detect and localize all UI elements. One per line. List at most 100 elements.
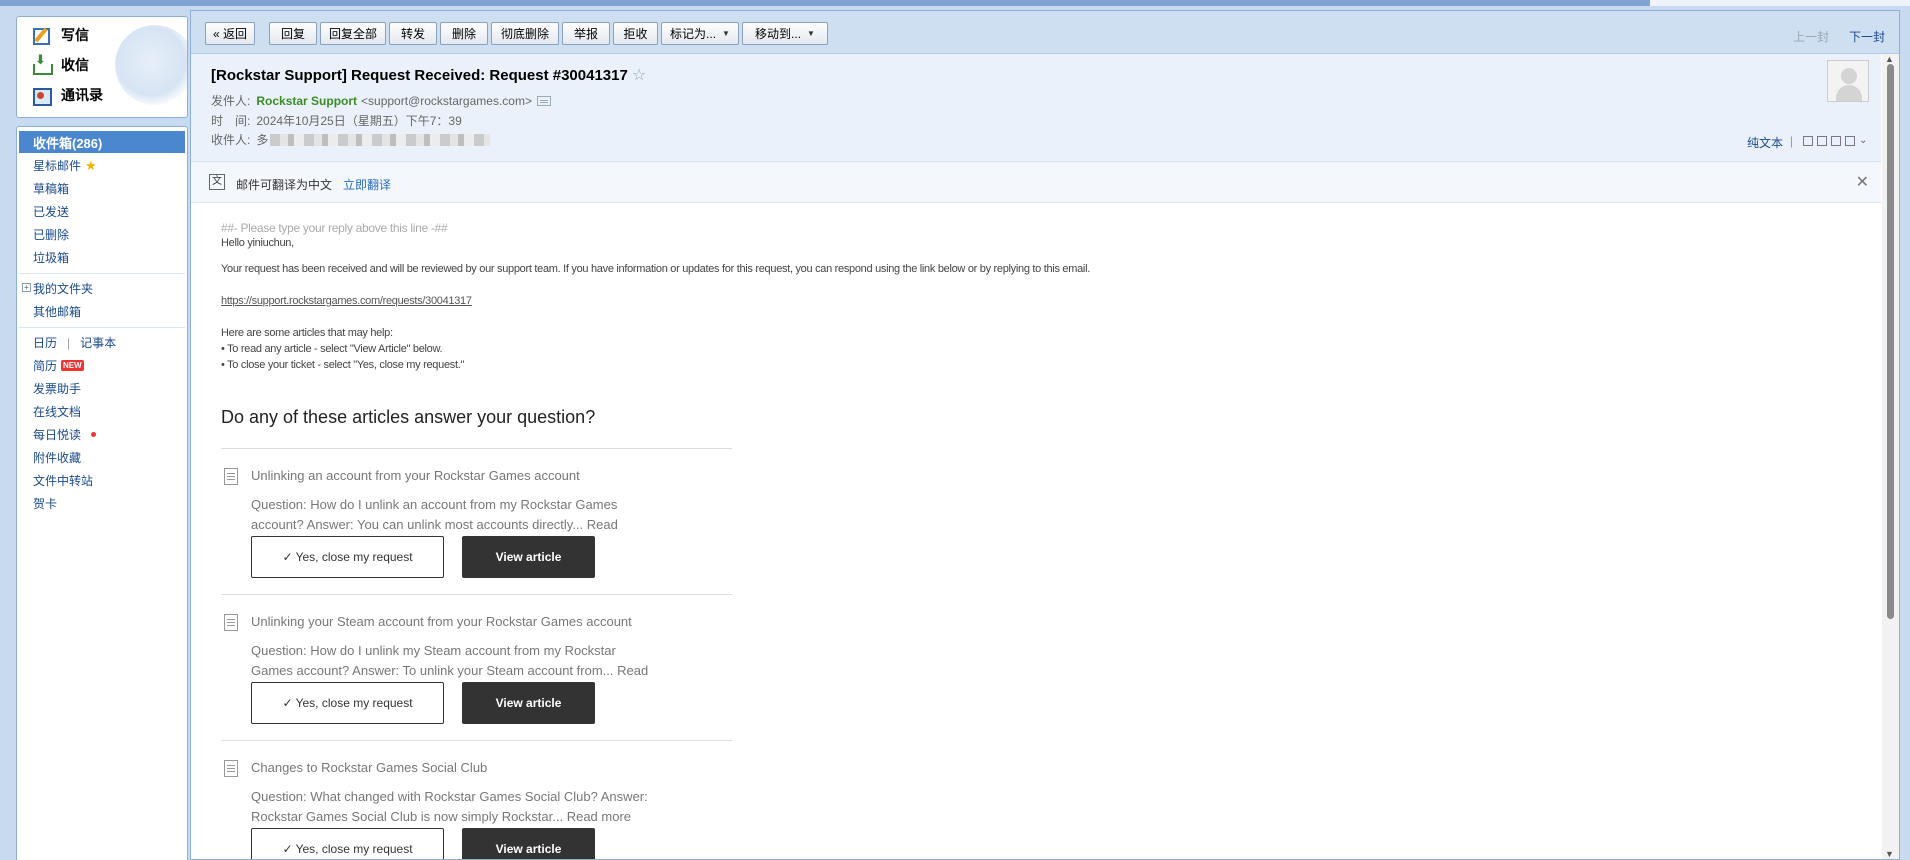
time-row: 时 间: 2024年10月25日（星期五）下午7：39 [211,112,462,129]
scrollbar-thumb[interactable] [1887,64,1894,619]
greeting: Hello yiniuchun, [221,237,294,249]
request-link-row: https://support.rockstargames.com/reques… [221,295,472,307]
article-title[interactable]: Unlinking an account from your Rockstar … [251,468,580,483]
sidebar-item-daily-read[interactable]: 每日悦读 [33,426,97,443]
prev-mail-link[interactable]: 上一封 [1793,28,1829,45]
sender-name[interactable]: Rockstar Support [256,94,357,108]
document-icon [224,614,238,631]
redacted-recipient [270,133,491,146]
sender-row: 发件人: Rockstar Support <support@rockstarg… [211,92,551,109]
quick-actions-panel: 写信 收信 通讯录 [16,16,188,118]
sidebar-item-cards[interactable]: 贺卡 [33,495,57,512]
divider [221,594,732,595]
sidebar-item-label: 星标邮件 [33,159,82,173]
star-icon[interactable]: ☆ [632,65,646,85]
sidebar-item-label: 简历 [33,359,58,373]
new-window-icon[interactable] [1803,136,1813,146]
back-button[interactable]: « 返回 [205,22,255,45]
sidebar-item-inbox[interactable]: 收件箱(286) [19,131,185,153]
sidebar-item-label: 我的文件夹 [33,282,94,296]
avatar [1827,60,1869,102]
view-article-button[interactable]: View article [462,536,595,578]
close-request-button[interactable]: ✓ Yes, close my request [251,536,444,578]
left-sidebar: 写信 收信 通讯录 收件箱(286) 星标邮件 ★ 草稿箱 已发送 已删除 垃圾… [10,10,188,860]
scroll-down-icon[interactable]: ▼ [1885,849,1894,859]
folder-panel: 收件箱(286) 星标邮件 ★ 草稿箱 已发送 已删除 垃圾箱 + 我的文件夹 … [16,126,188,860]
plain-text-link[interactable]: 纯文本 [1747,134,1783,151]
new-badge: NEW [61,360,84,371]
contacts-button[interactable]: 通讯录 [31,85,103,106]
view-article-button[interactable]: View article [462,682,595,724]
delete-forever-button[interactable]: 彻底删除 [491,22,559,45]
close-request-button[interactable]: ✓ Yes, close my request [251,682,444,724]
toolbar: « 返回 回复 回复全部 转发 删除 彻底删除 举报 拒收 标记为... ▼ 移… [191,11,1899,54]
bullet-view-article: • To read any article - select "View Art… [221,343,443,355]
pipe-separator: | [67,335,71,350]
delete-button[interactable]: 删除 [440,22,488,45]
move-to-dropdown[interactable]: 移动到... ▼ [742,22,828,45]
contacts-label: 通讯录 [61,87,103,103]
sidebar-item-other-mailbox[interactable]: 其他邮箱 [33,303,81,320]
to-label: 收件人: [211,133,251,147]
mail-header: [Rockstar Support] Request Received: Req… [191,54,1881,162]
scroll-up-icon[interactable]: ▲ [1885,54,1894,64]
save-icon[interactable] [1831,136,1841,146]
article-title[interactable]: Unlinking your Steam account from your R… [251,614,632,629]
view-article-button[interactable]: View article [462,828,595,859]
recipient-row: 收件人: 多 [211,131,491,148]
scrollbar[interactable]: ▲ ▼ [1882,54,1899,859]
forward-button[interactable]: 转发 [389,22,437,45]
article-title[interactable]: Changes to Rockstar Games Social Club [251,760,487,775]
sidebar-item-resume[interactable]: 简历 NEW [33,357,84,374]
sidebar-item-docs[interactable]: 在线文档 [33,403,81,420]
document-icon [224,468,238,485]
mascot-decoration [115,25,187,105]
close-icon[interactable]: ✕ [1856,172,1869,192]
sidebar-item-spam[interactable]: 垃圾箱 [33,249,69,266]
sidebar-item-my-folders[interactable]: + 我的文件夹 [22,280,94,297]
divider [19,327,185,328]
body-paragraph: Your request has been received and will … [221,263,1090,275]
request-link[interactable]: https://support.rockstargames.com/reques… [221,295,472,307]
print-icon[interactable] [1845,136,1855,146]
expand-icon[interactable]: + [22,283,31,292]
sidebar-item-deleted[interactable]: 已删除 [33,226,69,243]
mark-as-dropdown[interactable]: 标记为... ▼ [661,22,739,45]
mail-subject: [Rockstar Support] Request Received: Req… [211,65,646,85]
subject-text: [Rockstar Support] Request Received: Req… [211,66,628,84]
contacts-icon [31,86,52,106]
sidebar-item-sent[interactable]: 已发送 [33,203,69,220]
reply-button[interactable]: 回复 [269,22,317,45]
next-mail-link[interactable]: 下一封 [1849,28,1885,45]
help-intro: Here are some articles that may help: [221,327,393,339]
time-value: 2024年10月25日（星期五）下午7：39 [256,114,462,128]
sidebar-item-drafts[interactable]: 草稿箱 [33,180,69,197]
chevron-down-icon[interactable]: ⌄ [1859,136,1869,146]
sidebar-item-calendar-notebook: 日历 | 记事本 [33,334,116,351]
time-label: 时 间: [211,114,251,128]
close-request-button[interactable]: ✓ Yes, close my request [251,828,444,859]
sidebar-item-attachments[interactable]: 附件收藏 [33,449,81,466]
reply-all-button[interactable]: 回复全部 [320,22,386,45]
translate-bar: 文 邮件可翻译为中文 立即翻译 ✕ [191,162,1881,203]
recipient-value: 多 [256,133,269,147]
article-description: Question: What changed with Rockstar Gam… [251,789,648,824]
sidebar-item-starred[interactable]: 星标邮件 ★ [33,157,97,174]
translate-now-link[interactable]: 立即翻译 [343,176,391,193]
sidebar-item-invoice[interactable]: 发票助手 [33,380,81,397]
compose-label: 写信 [61,27,89,43]
mail-reader: « 返回 回复 回复全部 转发 删除 彻底删除 举报 拒收 标记为... ▼ 移… [190,10,1900,860]
top-strip-highlight [1650,0,1910,6]
copy-icon[interactable] [1817,136,1827,146]
sidebar-item-file-transfer[interactable]: 文件中转站 [33,472,93,489]
calendar-link[interactable]: 日历 [33,334,57,351]
notebook-link[interactable]: 记事本 [80,334,116,351]
document-icon [224,760,238,777]
report-button[interactable]: 举报 [562,22,610,45]
chevron-down-icon: ▼ [722,29,730,38]
star-icon: ★ [85,157,97,173]
compose-button[interactable]: 写信 [31,25,89,45]
reject-button[interactable]: 拒收 [613,22,658,45]
receive-button[interactable]: 收信 [31,52,89,75]
contact-card-icon[interactable] [536,95,551,106]
